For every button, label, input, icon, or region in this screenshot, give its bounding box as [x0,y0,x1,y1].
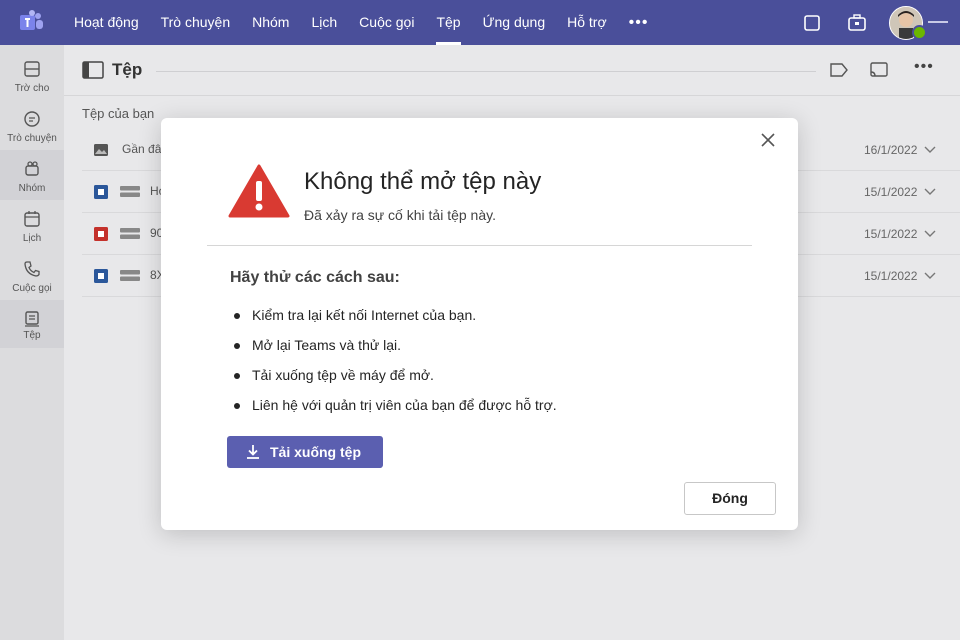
list-item: Kiểm tra lại kết nối Internet của bạn. [234,302,557,332]
more-options-icon[interactable]: ••• [629,0,649,45]
rail-item-calls[interactable]: Cuộc gọi [0,250,64,300]
chevron-down-icon[interactable] [924,144,936,154]
top-nav: Hoạt động Trò chuyện Nhóm Lịch Cuộc gọi … [74,0,648,45]
page-title: Tệp [112,60,143,79]
presence-status-icon [912,25,927,40]
teams-logo-icon[interactable] [17,8,45,36]
file-date: 15/1/2022 [864,269,918,283]
chat-icon [24,111,40,127]
nav-item-chat[interactable]: Trò chuyện [161,0,231,45]
file-date: 15/1/2022 [864,185,918,199]
rail-item-chat[interactable]: Trò chuyện [0,100,64,150]
try-heading: Hãy thử các cách sau: [230,269,400,286]
briefcase-icon[interactable] [847,13,867,33]
rail-item-teams[interactable]: Nhóm [0,150,64,200]
status-line [928,21,948,23]
rail-item-activity[interactable]: Trờ cho [0,50,64,100]
dialog-divider [207,245,752,246]
folder-icon [82,61,104,79]
phone-icon [24,261,40,277]
calendar-icon [24,211,40,227]
error-dialog: Không thể mở tệp này Đã xảy ra sự cố khi… [161,118,798,530]
close-button[interactable]: Đóng [684,482,776,515]
word-file-icon [94,185,108,199]
download-file-button[interactable]: Tải xuống tệp [227,436,383,468]
tips-list: Kiểm tra lại kết nối Internet của bạn. M… [234,302,557,422]
rail-label: Trò chuyện [7,133,57,144]
rail-label: Lịch [22,233,42,244]
more-options-icon[interactable]: ••• [914,58,934,76]
activity-icon [24,61,40,77]
rail-label: Trờ cho [14,83,50,94]
rail-item-files[interactable]: Tệp [0,300,64,348]
tag-icon[interactable] [830,62,848,78]
cast-icon[interactable] [870,62,888,78]
nav-item-calendar[interactable]: Lịch [311,0,337,45]
rail-label: Cuộc gọi [12,283,52,294]
chevron-down-icon[interactable] [924,270,936,280]
file-date: 16/1/2022 [864,143,918,157]
chevron-down-icon[interactable] [924,228,936,238]
chevron-down-icon[interactable] [924,186,936,196]
word-file-icon [94,269,108,283]
nav-item-files[interactable]: Tệp [436,0,461,45]
nav-item-help[interactable]: Hỗ trợ [567,0,607,45]
rail-item-calendar[interactable]: Lịch [0,200,64,250]
rail-label: Nhóm [18,183,46,194]
rail-label: Tệp [23,330,41,341]
file-date: 15/1/2022 [864,227,918,241]
dialog-subtitle: Đã xảy ra sự cố khi tải tệp này. [304,207,496,223]
warning-icon [228,164,290,218]
list-item: Mở lại Teams và thử lại. [234,332,557,362]
download-button-label: Tải xuống tệp [270,444,361,460]
server-icon [120,186,140,197]
section-label: Tệp của bạn [82,106,155,121]
list-item: Liên hệ với quản trị viên của bạn để đượ… [234,392,557,422]
nav-item-calls[interactable]: Cuộc gọi [359,0,414,45]
nav-item-activity[interactable]: Hoạt động [74,0,139,45]
header-divider [156,71,816,72]
close-icon[interactable] [760,132,776,148]
top-bar: Hoạt động Trò chuyện Nhóm Lịch Cuộc gọi … [0,0,960,45]
window-icon[interactable] [802,13,822,33]
download-icon [247,445,259,459]
files-header: Tệp ••• [64,45,960,96]
teams-icon [25,161,39,176]
pdf-file-icon [94,227,108,241]
file-icon [25,311,39,327]
dialog-title: Không thể mở tệp này [304,168,542,195]
nav-item-teams[interactable]: Nhóm [252,0,289,45]
list-item: Tải xuống tệp về máy để mở. [234,362,557,392]
server-icon [120,228,140,239]
app-rail: Trờ cho Trò chuyện Nhóm Lịch Cuộc gọi Tệ… [0,45,64,640]
server-icon [120,270,140,281]
nav-item-apps[interactable]: Ứng dụng [483,0,546,45]
image-file-icon [94,144,108,156]
